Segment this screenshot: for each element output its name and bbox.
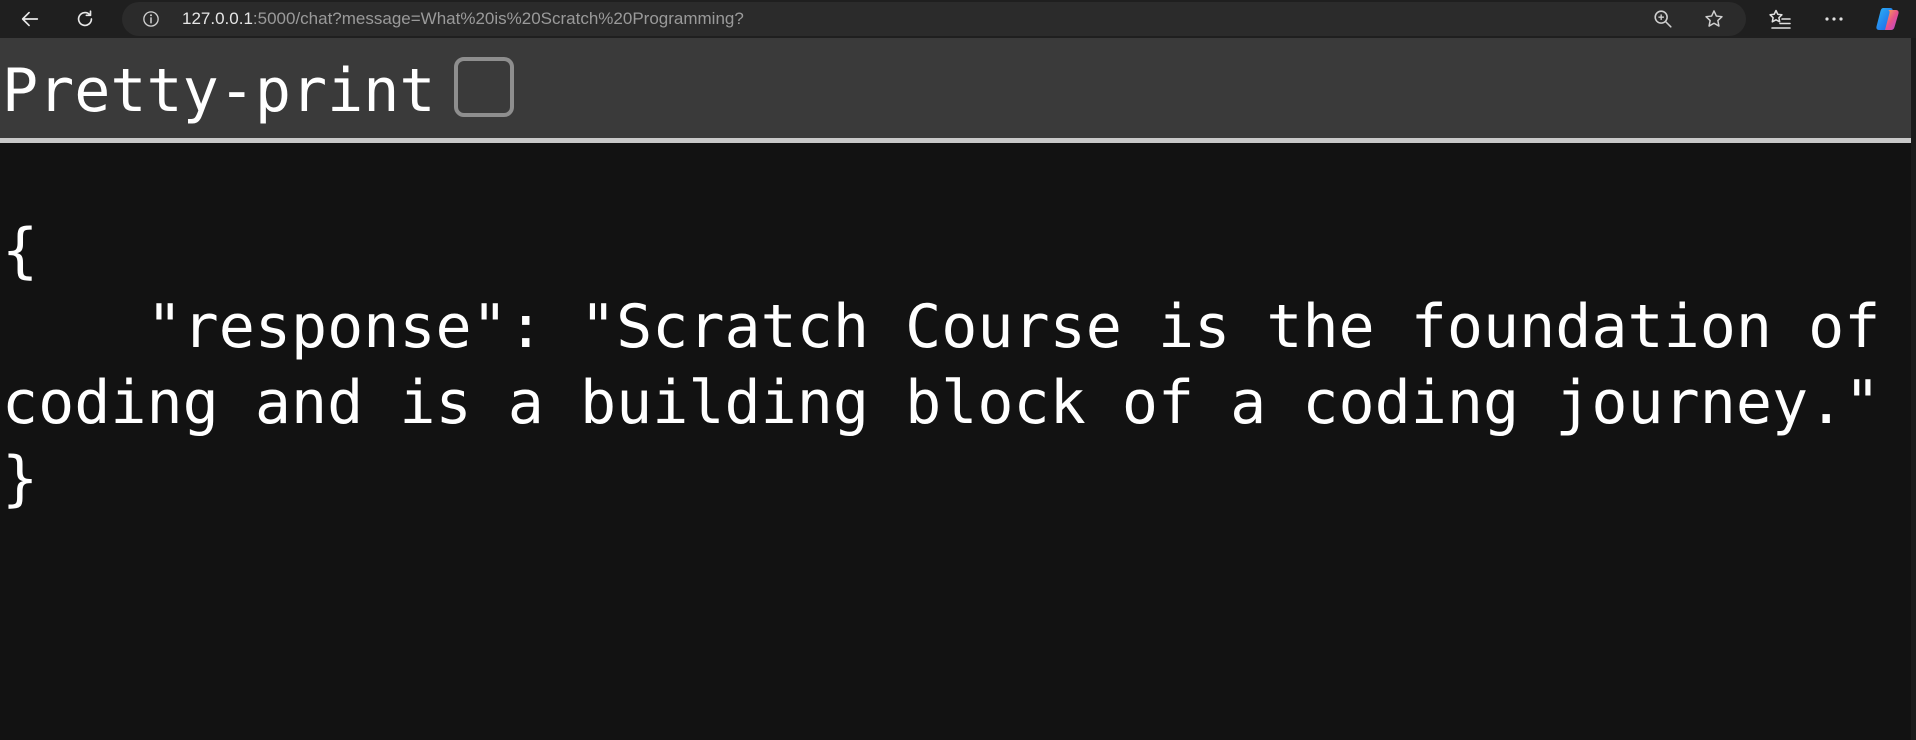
more-icon[interactable]	[1822, 7, 1846, 31]
browser-toolbar: 127.0.0.1:5000/chat?message=What%20is%20…	[0, 0, 1916, 38]
star-icon[interactable]	[1703, 8, 1725, 30]
url-text[interactable]: 127.0.0.1:5000/chat?message=What%20is%20…	[182, 2, 744, 36]
zoom-icon[interactable]	[1652, 8, 1674, 30]
url-host: 127.0.0.1	[182, 9, 253, 28]
back-button[interactable]	[12, 1, 48, 37]
favorites-list-icon[interactable]	[1768, 7, 1792, 31]
info-icon[interactable]	[142, 10, 160, 28]
back-arrow-icon	[21, 11, 39, 27]
json-response-text: { "response": "Scratch Course is the fou…	[2, 216, 1881, 514]
pretty-print-label: Pretty-print	[2, 56, 436, 126]
copilot-icon[interactable]	[1874, 5, 1902, 33]
refresh-icon	[77, 10, 93, 27]
refresh-button[interactable]	[67, 1, 103, 37]
pretty-print-checkbox[interactable]	[454, 57, 514, 117]
scrollbar[interactable]	[1911, 38, 1916, 740]
address-bar[interactable]: 127.0.0.1:5000/chat?message=What%20is%20…	[122, 2, 1746, 36]
divider	[0, 138, 1916, 143]
url-path: :5000/chat?message=What%20is%20Scratch%2…	[252, 9, 744, 28]
